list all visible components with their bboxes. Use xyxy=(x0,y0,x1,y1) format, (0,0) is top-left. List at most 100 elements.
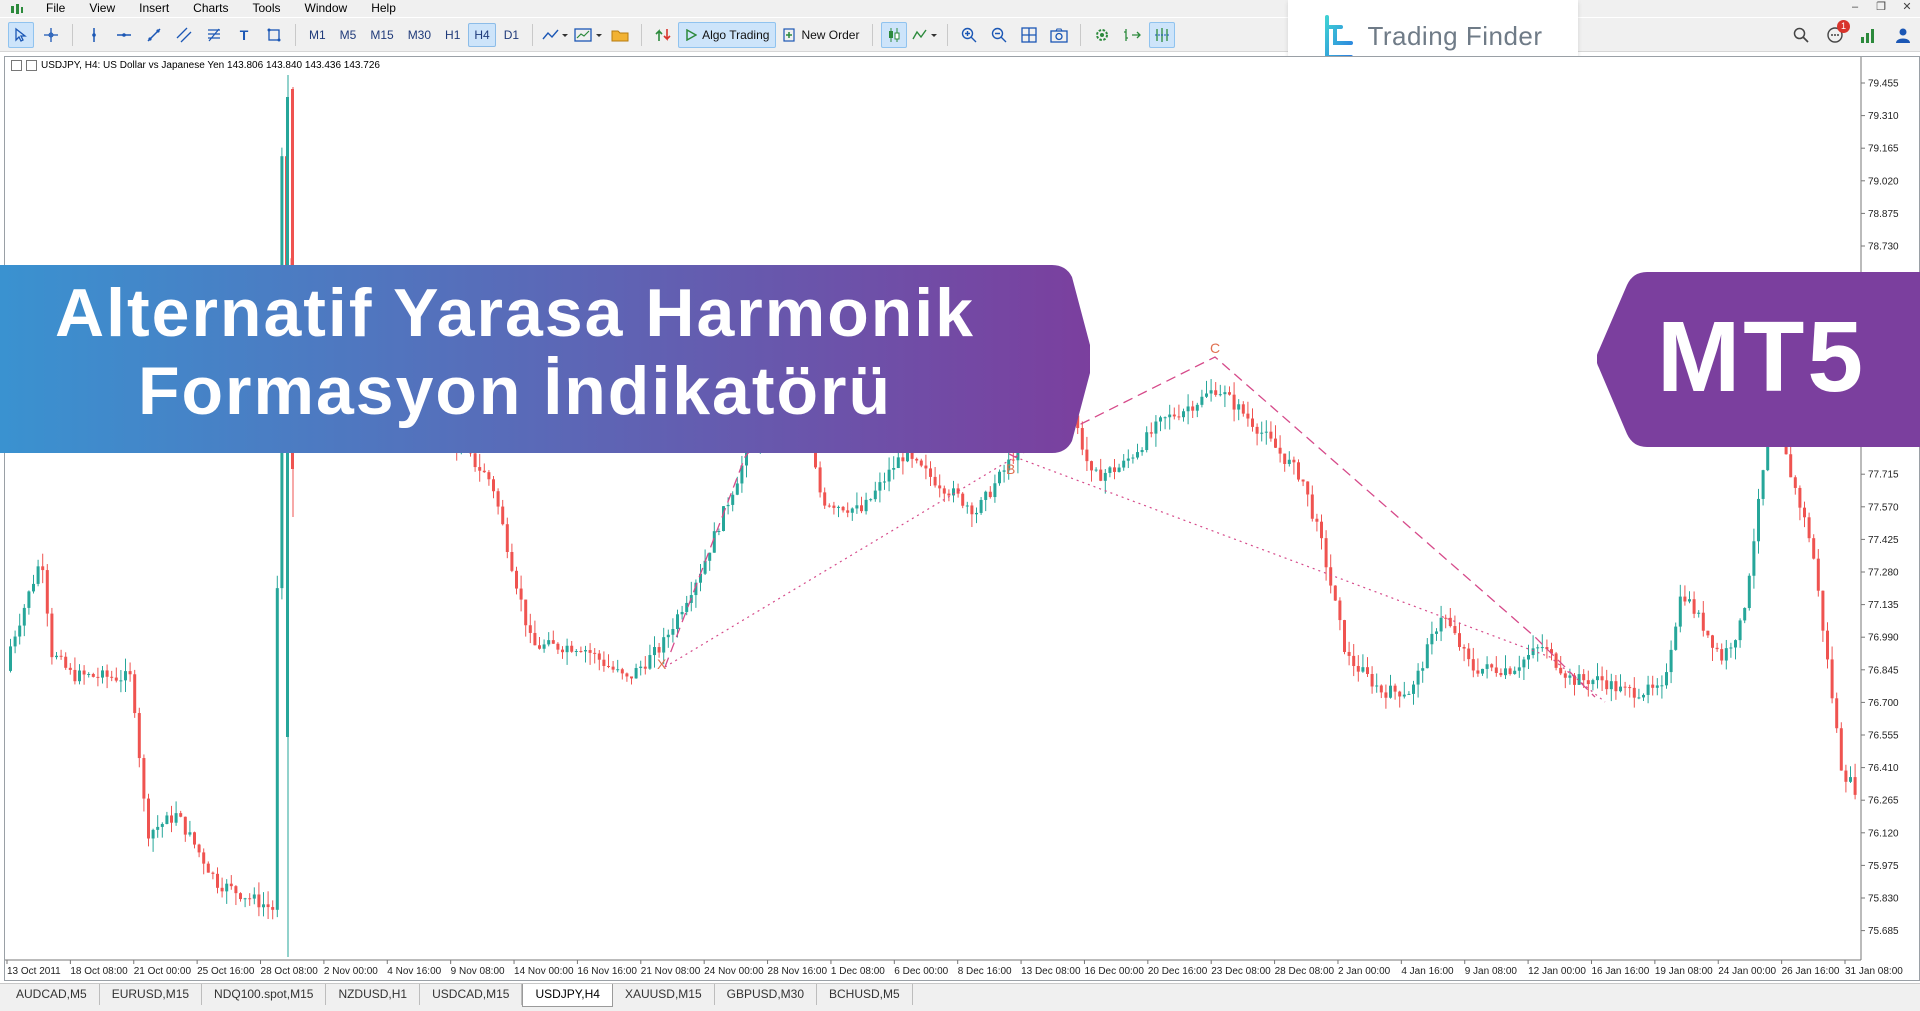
text-tool-button[interactable]: T xyxy=(231,22,257,48)
chart-tab-usdcad[interactable]: USDCAD,M15 xyxy=(420,984,523,1005)
chart-menu-icon[interactable] xyxy=(11,60,22,71)
toolbar-right-tools: 1 xyxy=(1792,20,1912,46)
chart-tab-bchusd[interactable]: BCHUSD,M5 xyxy=(817,984,913,1005)
candle-body xyxy=(1490,664,1494,668)
minimize-icon[interactable]: – xyxy=(1842,0,1868,17)
menu-help[interactable]: Help xyxy=(359,0,408,17)
chart-shift-icon xyxy=(1124,28,1142,41)
menu-tools[interactable]: Tools xyxy=(241,0,293,17)
candle-body xyxy=(1853,777,1857,795)
chart-tab-nzdusd[interactable]: NZDUSD,H1 xyxy=(326,984,421,1005)
cursor-icon xyxy=(15,27,27,42)
chart-tab-gbpusd[interactable]: GBPUSD,M30 xyxy=(715,984,817,1005)
candle-body xyxy=(59,655,63,657)
candlestick-chart-button[interactable] xyxy=(881,21,908,48)
search-button[interactable] xyxy=(1792,26,1810,44)
candle-body xyxy=(1370,674,1374,687)
crosshair-tool-button[interactable] xyxy=(38,22,64,48)
chart-trade-icon[interactable] xyxy=(26,60,37,71)
candle-body xyxy=(188,832,192,835)
menu-view[interactable]: View xyxy=(77,0,127,17)
candle-body xyxy=(1255,426,1259,434)
shapes-button[interactable] xyxy=(261,22,287,48)
menu-window[interactable]: Window xyxy=(293,0,360,17)
candle-body xyxy=(234,886,238,894)
time-tick-label: 16 Nov 16:00 xyxy=(577,966,637,977)
algo-trading-button[interactable]: Algo Trading xyxy=(678,21,777,48)
vertical-line-button[interactable] xyxy=(81,22,107,48)
candle-body xyxy=(1347,651,1351,656)
profiles-button[interactable] xyxy=(607,22,633,48)
candle-body xyxy=(639,666,643,669)
new-order-button[interactable]: New Order xyxy=(776,22,866,48)
candle-body xyxy=(1416,670,1420,685)
signal-level-button[interactable] xyxy=(1860,26,1878,44)
timeframe-h1-button[interactable]: H1 xyxy=(439,23,466,47)
candle-body xyxy=(1228,392,1231,395)
crosshair-icon xyxy=(44,27,58,42)
close-icon[interactable]: ✕ xyxy=(1894,0,1920,17)
candle-body xyxy=(837,506,840,508)
indicators-dropdown-button[interactable] xyxy=(541,22,569,48)
one-click-trading-button[interactable] xyxy=(650,22,676,48)
candle-body xyxy=(961,493,965,506)
candle-body xyxy=(1467,648,1471,660)
candle-body xyxy=(1412,684,1415,694)
chart-tab-eurusd[interactable]: EURUSD,M15 xyxy=(100,984,203,1005)
candle-body xyxy=(1232,394,1236,410)
templates-dropdown-button[interactable] xyxy=(573,22,603,48)
timeframe-d1-button[interactable]: D1 xyxy=(498,23,525,47)
time-tick-label: 4 Nov 16:00 xyxy=(387,966,441,977)
zoom-in-button[interactable] xyxy=(956,22,982,48)
chart-info-text: USDJPY, H4: US Dollar vs Japanese Yen 14… xyxy=(41,60,380,71)
menu-file[interactable]: File xyxy=(34,0,77,17)
menu-insert[interactable]: Insert xyxy=(127,0,181,17)
chart-shift-button[interactable] xyxy=(1119,22,1145,48)
zoom-out-button[interactable] xyxy=(986,22,1012,48)
timeframe-m15-button[interactable]: M15 xyxy=(364,23,399,47)
chart-type-dropdown-button[interactable] xyxy=(911,22,939,48)
chart-tab-audcad[interactable]: AUDCAD,M5 xyxy=(4,984,100,1005)
candle-body xyxy=(1191,406,1195,411)
channel-button[interactable] xyxy=(171,22,197,48)
time-tick-label: 2 Nov 00:00 xyxy=(324,966,378,977)
screenshot-button[interactable] xyxy=(1046,22,1072,48)
candle-body xyxy=(984,491,988,500)
timeframe-m1-button[interactable]: M1 xyxy=(303,23,332,47)
price-tick-label: 79.455 xyxy=(1868,79,1899,90)
candle-body xyxy=(841,506,845,511)
auto-scroll-button[interactable] xyxy=(1089,22,1115,48)
candle-body xyxy=(1757,498,1760,542)
candle-body xyxy=(1586,680,1590,685)
restore-icon[interactable]: ❐ xyxy=(1868,0,1894,17)
period-separators-button[interactable] xyxy=(1149,21,1176,48)
tile-windows-button[interactable] xyxy=(1016,22,1042,48)
horizontal-line-button[interactable] xyxy=(111,22,137,48)
chart-tab-ndq100[interactable]: NDQ100.spot,M15 xyxy=(202,984,327,1005)
chart-tab-usdjpy[interactable]: USDJPY,H4 xyxy=(522,984,613,1007)
candle-body xyxy=(50,613,54,658)
account-button[interactable] xyxy=(1894,26,1912,44)
timeframe-h4-button[interactable]: H4 xyxy=(468,22,496,47)
notifications-button[interactable]: 1 xyxy=(1826,20,1850,44)
candle-body xyxy=(915,458,919,461)
candle-body xyxy=(1145,432,1149,451)
cursor-tool-button[interactable] xyxy=(8,21,34,48)
price-tick-label: 76.990 xyxy=(1868,633,1899,644)
candle-body xyxy=(579,650,583,652)
menu-charts[interactable]: Charts xyxy=(181,0,240,17)
timeframe-m30-button[interactable]: M30 xyxy=(402,23,437,47)
candle-body xyxy=(634,668,638,679)
trendline-button[interactable] xyxy=(141,22,167,48)
candle-body xyxy=(625,673,629,677)
fibonacci-button[interactable] xyxy=(201,22,227,48)
candle-body xyxy=(492,479,495,492)
timeframe-m5-button[interactable]: M5 xyxy=(334,23,363,47)
chart-window[interactable]: 79.45579.31079.16579.02078.87578.73078.5… xyxy=(4,56,1920,981)
price-chart[interactable]: 79.45579.31079.16579.02078.87578.73078.5… xyxy=(5,57,1920,982)
candle-body xyxy=(1393,685,1397,692)
time-tick-label: 9 Jan 08:00 xyxy=(1465,966,1518,977)
candle-body xyxy=(524,599,528,626)
chart-tab-xauusd[interactable]: XAUUSD,M15 xyxy=(613,984,715,1005)
candle-body xyxy=(1103,472,1107,481)
